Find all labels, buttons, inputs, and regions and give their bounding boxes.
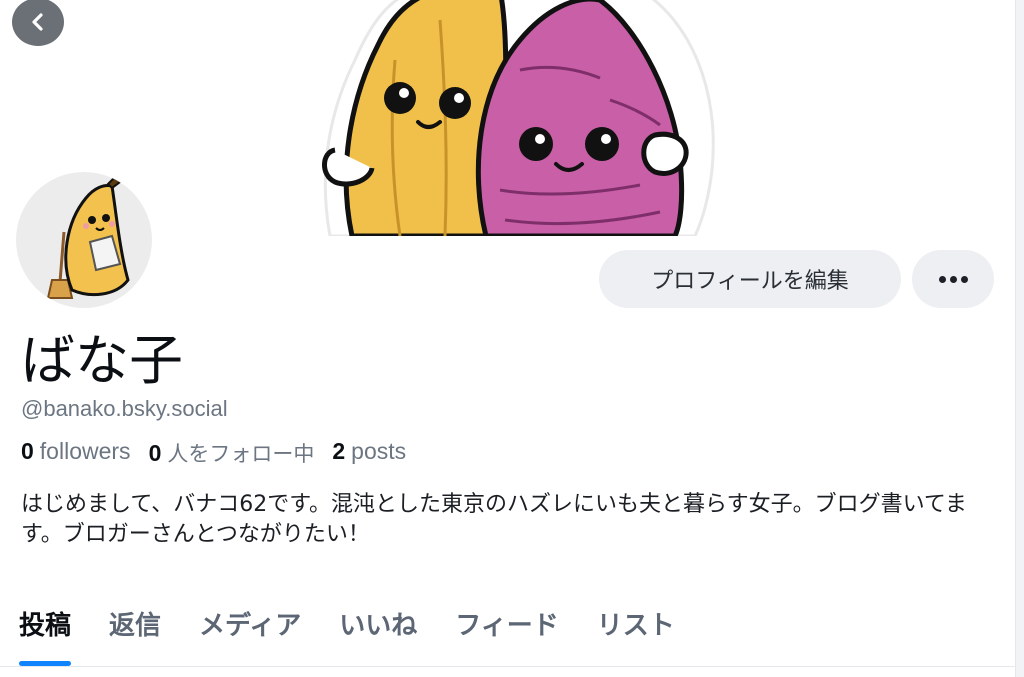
tab-label: 投稿 <box>19 610 72 641</box>
followers-label: followers <box>39 438 131 464</box>
tab-feeds[interactable]: フィード <box>436 590 577 656</box>
display-name: ばな子 <box>21 329 183 392</box>
ellipsis-icon <box>937 275 970 283</box>
tab-label: いいね <box>339 610 418 641</box>
followers-link[interactable]: 0 followers <box>21 438 131 468</box>
tab-replies[interactable]: 返信 <box>90 590 180 656</box>
avatar-image <box>16 172 152 308</box>
chevron-left-icon <box>32 13 43 31</box>
profile-stats: 0 followers 0 人をフォロー中 2 posts <box>21 438 406 468</box>
back-button[interactable] <box>12 0 64 46</box>
more-options-button[interactable] <box>912 250 994 308</box>
edit-profile-button[interactable]: プロフィールを編集 <box>599 250 901 308</box>
tab-lists[interactable]: リスト <box>578 590 694 656</box>
banana-character-icon <box>46 174 130 299</box>
profile-tabs: 投稿 返信 メディア いいね フィード リスト <box>0 590 1016 667</box>
active-tab-indicator <box>19 661 72 666</box>
profile-banner[interactable] <box>0 0 1016 236</box>
tab-label: メディア <box>199 610 302 641</box>
profile-bio: はじめまして、バナコ62です。混沌とした東京のハズレにいも夫と暮らす女子。ブログ… <box>21 492 967 547</box>
avatar[interactable] <box>14 170 154 310</box>
posts-label: posts <box>351 438 407 464</box>
followers-count: 0 <box>21 438 34 464</box>
following-link[interactable]: 0 人をフォロー中 <box>149 438 315 468</box>
banner-illustration <box>322 0 715 236</box>
tab-media[interactable]: メディア <box>180 590 320 656</box>
posts-stat: 2 posts <box>332 438 406 468</box>
tab-label: 返信 <box>109 610 162 641</box>
tab-posts[interactable]: 投稿 <box>0 590 90 666</box>
following-label: 人をフォロー中 <box>167 442 315 466</box>
following-count: 0 <box>148 440 162 466</box>
scrollbar-track[interactable] <box>1015 0 1024 677</box>
profile-handle: @banako.bsky.social <box>21 396 228 421</box>
posts-count: 2 <box>332 438 346 464</box>
tab-likes[interactable]: いいね <box>320 590 436 656</box>
tab-label: リスト <box>596 610 675 641</box>
tab-label: フィード <box>455 610 559 641</box>
